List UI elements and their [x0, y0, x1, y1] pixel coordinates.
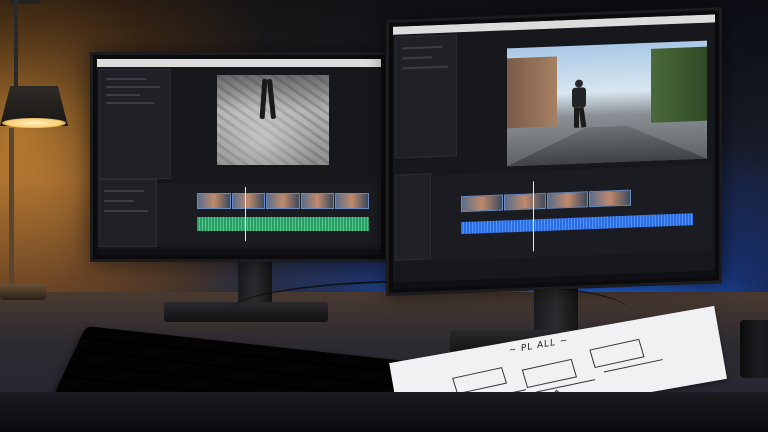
walking-person: [571, 79, 587, 128]
trees-right: [651, 46, 707, 123]
buildings-left: [507, 56, 557, 129]
tools-panel: [395, 173, 431, 261]
lamp-base: [0, 284, 46, 300]
lamp-bulb: [2, 118, 66, 128]
editing-desk-scene: ~ PL ALL ~: [0, 0, 768, 432]
program-monitor-left: [217, 75, 329, 165]
timeline-right: [431, 164, 711, 262]
video-track: [197, 193, 369, 209]
audio-track: [197, 217, 369, 231]
video-track: [461, 189, 631, 213]
timeline-left: [157, 183, 381, 245]
cup: [740, 320, 768, 378]
desk-edge: [0, 392, 768, 432]
taskbar: [97, 249, 381, 255]
left-screen-editor: [97, 59, 381, 255]
program-monitor-right: [507, 40, 707, 167]
street: [507, 123, 707, 167]
right-monitor: [386, 7, 722, 296]
project-panel: [99, 179, 157, 247]
left-monitor: [90, 52, 388, 262]
lamp-stem: [9, 128, 14, 286]
effects-panel: [99, 69, 171, 179]
playhead: [533, 181, 534, 252]
audio-track: [461, 213, 693, 235]
right-screen-editor: [393, 14, 715, 289]
menu-bar: [393, 14, 715, 35]
playhead: [245, 187, 246, 241]
walker-figure: [261, 79, 275, 119]
source-panel: [395, 34, 457, 159]
menu-bar: [97, 59, 381, 67]
